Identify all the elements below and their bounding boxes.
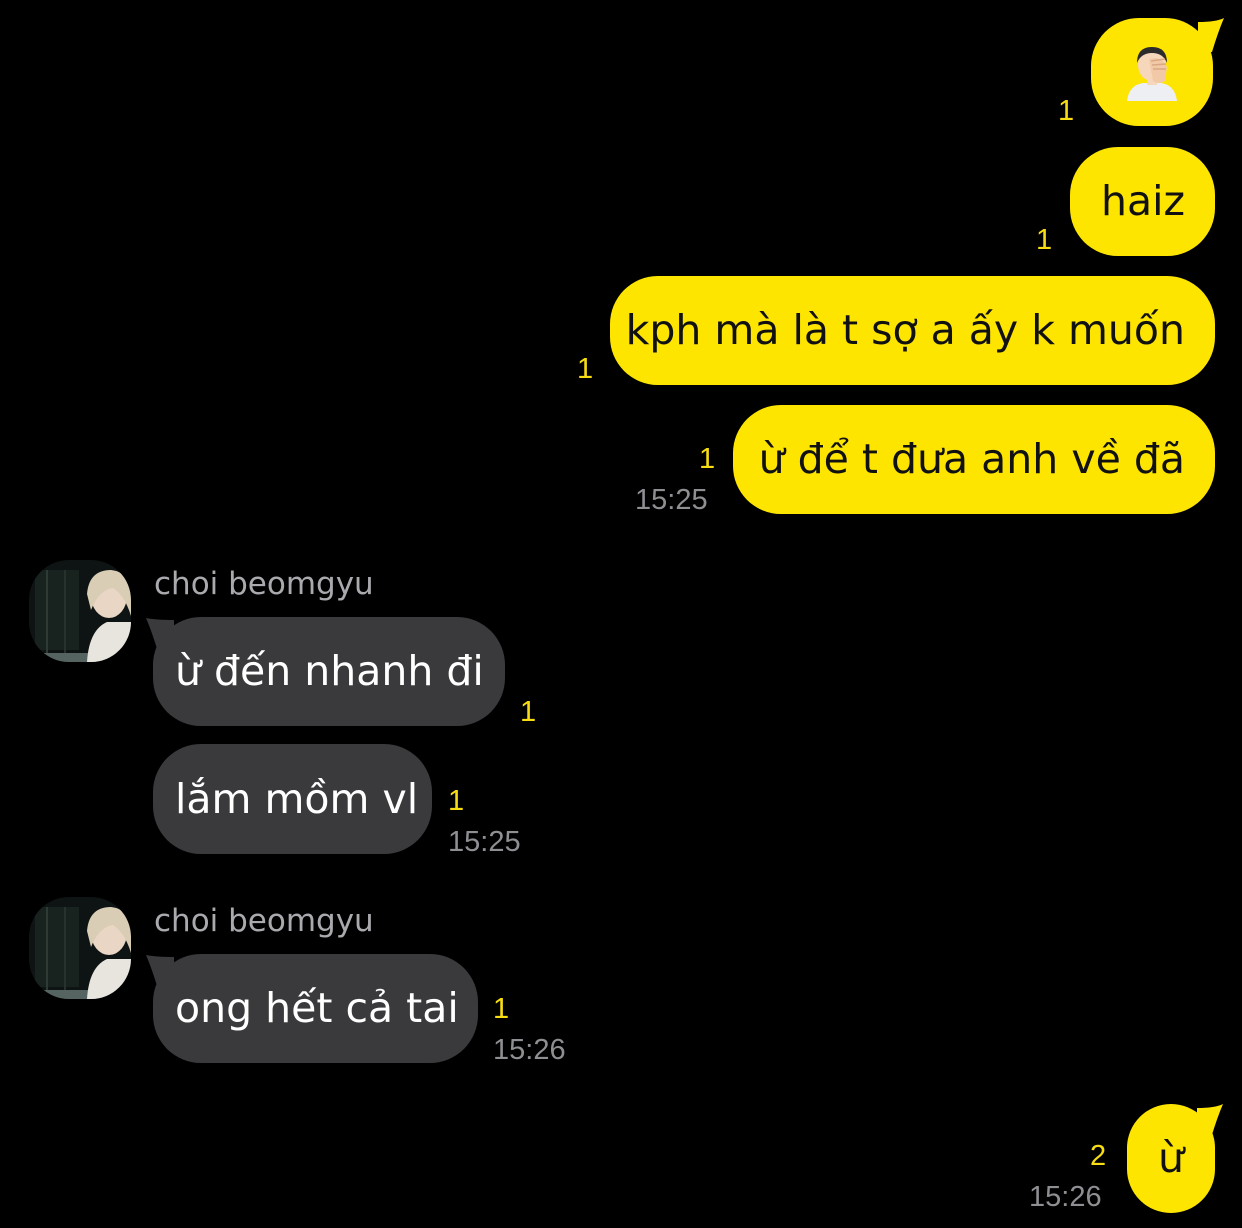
message-text: ừ để t đưa anh về đã: [758, 435, 1185, 483]
my-message-bubble[interactable]: ừ để t đưa anh về đã: [733, 405, 1215, 514]
message-timestamp: 15:26: [1029, 1181, 1102, 1213]
unread-count: 1: [1058, 95, 1075, 127]
message-text: lắm mồm vl: [175, 774, 419, 823]
message-text: ong hết cả tai: [175, 984, 459, 1032]
my-message-bubble[interactable]: [1091, 18, 1213, 126]
face-palm-emoji-icon: [1127, 47, 1177, 101]
avatar[interactable]: [29, 897, 131, 999]
unread-count: 2: [1090, 1140, 1107, 1172]
unread-count: 1: [493, 993, 510, 1025]
my-message-bubble[interactable]: kph mà là t sợ a ấy k muốn: [610, 276, 1215, 385]
message-timestamp: 15:25: [448, 826, 521, 858]
unread-count: 1: [448, 785, 465, 817]
message-text: haiz: [1100, 177, 1185, 225]
message-text: kph mà là t sợ a ấy k muốn: [625, 306, 1185, 354]
message-text: ừ: [1158, 1134, 1184, 1182]
bubble-tail: [1198, 18, 1224, 52]
unread-count: 1: [577, 353, 594, 385]
sender-name: choi beomgyu: [154, 566, 374, 602]
sender-name: choi beomgyu: [154, 903, 374, 939]
unread-count: 1: [1036, 224, 1053, 256]
their-message-bubble[interactable]: lắm mồm vl: [153, 744, 432, 854]
unread-count: 1: [699, 443, 716, 475]
their-message-bubble[interactable]: ừ đến nhanh đi: [153, 617, 505, 726]
my-message-bubble[interactable]: haiz: [1070, 147, 1215, 256]
message-text: ừ đến nhanh đi: [175, 647, 484, 695]
message-timestamp: 15:26: [493, 1034, 566, 1066]
bubble-tail: [1197, 1104, 1223, 1138]
avatar[interactable]: [29, 560, 131, 662]
their-message-bubble[interactable]: ong hết cả tai: [153, 954, 478, 1063]
unread-count: 1: [520, 696, 537, 728]
message-timestamp: 15:25: [635, 484, 708, 516]
